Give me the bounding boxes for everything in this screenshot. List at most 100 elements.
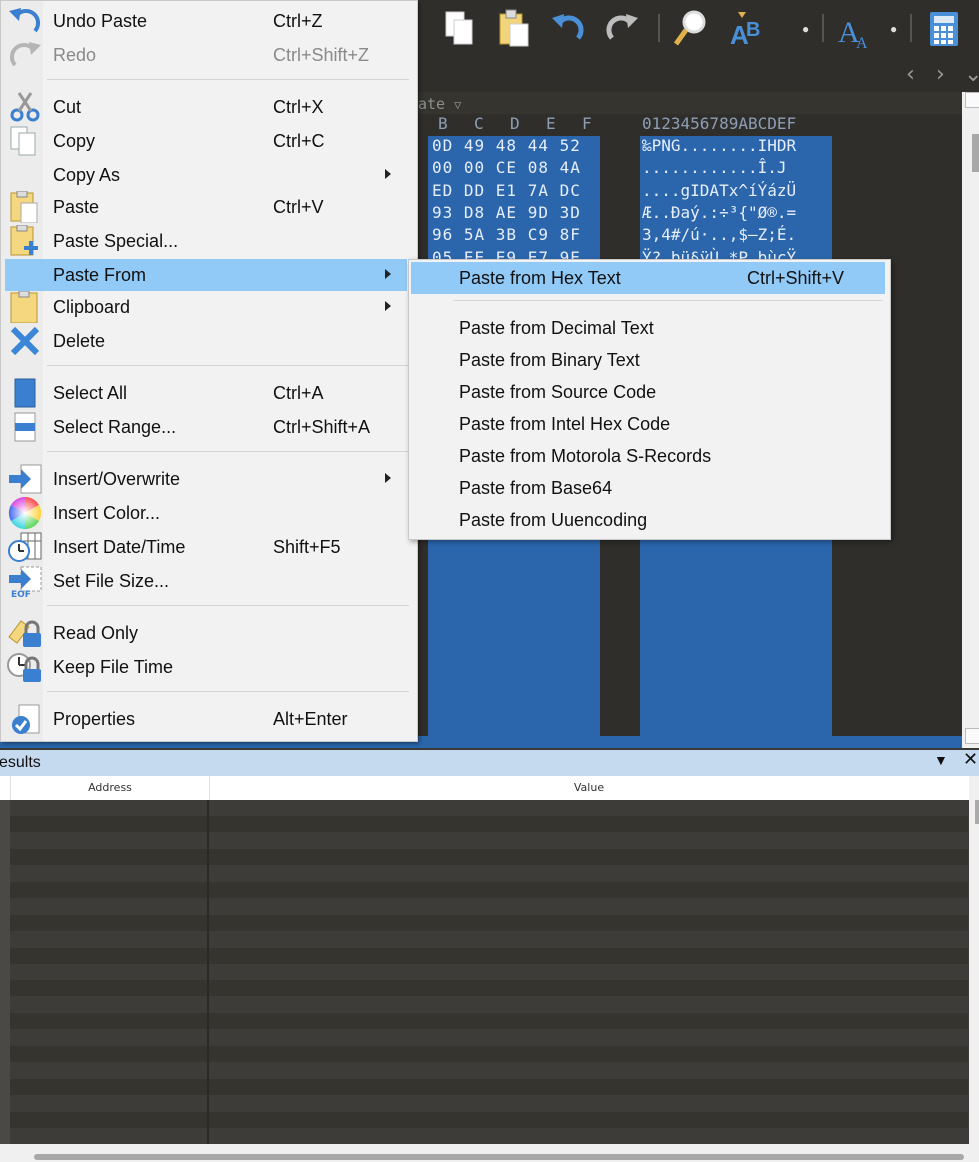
toolbar-overflow-icon[interactable]: ●	[890, 23, 900, 35]
scrollbar-thumb[interactable]	[34, 1154, 964, 1160]
results-row[interactable]	[10, 1062, 968, 1079]
results-row[interactable]	[10, 882, 968, 898]
hex-row[interactable]: 0D 49 48 44 52	[432, 136, 581, 155]
search-icon[interactable]	[672, 8, 710, 50]
submenu-item-paste-from-uuencoding[interactable]: Paste from Uuencoding	[411, 504, 885, 536]
clock-lock-icon	[7, 653, 41, 682]
results-row[interactable]	[10, 898, 968, 915]
menu-item-keep-file-time[interactable]: Keep File Time	[5, 651, 407, 683]
font-icon[interactable]: A A	[836, 8, 874, 50]
results-row[interactable]	[10, 849, 968, 866]
menu-item-copy-as[interactable]: Copy As	[5, 159, 407, 191]
results-row[interactable]	[10, 914, 968, 931]
chevron-right-icon[interactable]: ›	[936, 62, 945, 87]
menu-item-paste-from[interactable]: Paste From	[5, 259, 407, 291]
select-all-icon	[14, 378, 36, 408]
toolbar-separator	[822, 14, 824, 42]
select-range-icon	[14, 412, 36, 442]
menu-item-cut[interactable]: Cut Ctrl+X	[5, 91, 407, 123]
submenu-item-paste-from-motorola-s-records[interactable]: Paste from Motorola S-Records	[411, 440, 885, 472]
results-row[interactable]	[10, 980, 968, 997]
results-row[interactable]	[10, 865, 968, 882]
results-row[interactable]	[10, 1046, 968, 1062]
hex-row[interactable]: 00 00 CE 08 4A	[432, 158, 581, 177]
scroll-down-button[interactable]	[965, 728, 979, 744]
menu-item-clipboard[interactable]: Clipboard	[5, 291, 407, 323]
hex-row[interactable]: 93 D8 AE 9D 3D	[432, 203, 581, 222]
menu-item-insert-date-time[interactable]: Insert Date/Time Shift+F5	[5, 531, 407, 563]
results-row[interactable]	[10, 1095, 968, 1112]
menu-item-delete[interactable]: Delete	[5, 325, 407, 357]
hex-row[interactable]: ED DD E1 7A DC	[432, 181, 581, 200]
ascii-row[interactable]: ....gIDATx^íÝázÜ	[642, 181, 796, 200]
results-panel-title: esults	[0, 754, 41, 771]
results-row[interactable]	[10, 947, 968, 964]
results-row[interactable]	[10, 800, 968, 816]
chevron-down-icon[interactable]: ▽	[454, 98, 461, 112]
scrollbar-thumb[interactable]	[975, 800, 979, 824]
color-wheel-icon	[8, 497, 42, 529]
results-row[interactable]	[10, 1111, 968, 1128]
panel-menu-icon[interactable]: ▼	[934, 752, 948, 768]
undo-icon[interactable]	[548, 8, 586, 50]
results-row[interactable]	[10, 964, 968, 980]
submenu-item-paste-from-source-code[interactable]: Paste from Source Code	[411, 376, 885, 408]
menu-separator	[47, 451, 409, 452]
hex-vertical-scrollbar[interactable]	[962, 92, 979, 748]
menu-item-read-only[interactable]: Read Only	[5, 617, 407, 649]
submenu-item-paste-from-base64[interactable]: Paste from Base64	[411, 472, 885, 504]
file-tab-label[interactable]: ate ▽	[418, 95, 461, 113]
submenu-arrow-icon	[385, 169, 391, 179]
menu-item-select-all[interactable]: Select All Ctrl+A	[5, 377, 407, 409]
menu-item-insert-color[interactable]: Insert Color...	[5, 497, 407, 529]
submenu-item-paste-from-hex-text[interactable]: Paste from Hex Text Ctrl+Shift+V	[411, 262, 885, 294]
close-icon[interactable]: ✕	[963, 749, 978, 770]
menu-item-paste[interactable]: Paste Ctrl+V	[5, 191, 407, 223]
menu-item-undo-paste[interactable]: Undo Paste Ctrl+Z	[5, 5, 407, 37]
results-row[interactable]	[10, 931, 968, 948]
menu-item-copy[interactable]: Copy Ctrl+C	[5, 125, 407, 157]
calendar-clock-icon	[8, 532, 42, 562]
copy-icon[interactable]	[440, 8, 478, 50]
results-row[interactable]	[10, 996, 968, 1013]
menu-item-paste-special[interactable]: Paste Special...	[5, 225, 407, 257]
ascii-row[interactable]: ‰PNG........IHDR	[642, 136, 796, 155]
results-row[interactable]	[10, 1078, 968, 1095]
hex-col-header: E	[546, 114, 556, 133]
chevron-down-icon[interactable]: ⌄	[964, 62, 979, 87]
submenu-item-paste-from-intel-hex-code[interactable]: Paste from Intel Hex Code	[411, 408, 885, 440]
results-row[interactable]	[10, 1128, 968, 1144]
scrollbar-thumb[interactable]	[972, 134, 979, 172]
lock-icon	[8, 620, 41, 647]
ascii-row[interactable]: 3,4#/ú·..,$–Z;É.	[642, 225, 796, 244]
menu-item-select-range[interactable]: Select Range... Ctrl+Shift+A	[5, 411, 407, 443]
menu-item-insert-overwrite[interactable]: Insert/Overwrite	[5, 463, 407, 495]
results-row-gutter	[0, 800, 10, 1144]
replace-icon[interactable]: A B	[728, 8, 766, 50]
results-row[interactable]	[10, 832, 968, 849]
menu-separator	[47, 691, 409, 692]
redo-icon[interactable]	[604, 8, 642, 50]
toolbar-overflow-icon[interactable]: ●	[802, 23, 812, 35]
chevron-left-icon[interactable]: ‹	[906, 62, 915, 87]
menu-item-properties[interactable]: Properties Alt+Enter	[5, 703, 407, 735]
ascii-row[interactable]: ............Î.J	[642, 158, 787, 177]
calculator-icon[interactable]	[926, 8, 964, 50]
results-row[interactable]	[10, 1013, 968, 1030]
results-row[interactable]	[10, 1029, 968, 1046]
ascii-row[interactable]: Æ..Ðaý.:÷³{"Ø®.=	[642, 203, 796, 222]
svg-text:EOF: EOF	[11, 590, 31, 597]
paste-icon[interactable]	[494, 8, 532, 50]
results-row[interactable]	[10, 816, 968, 833]
column-header-value[interactable]: Value	[209, 776, 969, 800]
menu-item-redo[interactable]: Redo Ctrl+Shift+Z	[5, 39, 407, 71]
column-header-address[interactable]: Address	[10, 776, 210, 800]
scroll-up-button[interactable]	[965, 92, 979, 108]
submenu-item-paste-from-decimal-text[interactable]: Paste from Decimal Text	[411, 312, 885, 344]
edit-menu: Undo Paste Ctrl+Z Redo Ctrl+Shift+Z Cut …	[0, 0, 418, 742]
menu-item-set-file-size[interactable]: EOF Set File Size...	[5, 565, 407, 597]
submenu-item-paste-from-binary-text[interactable]: Paste from Binary Text	[411, 344, 885, 376]
svg-text:A: A	[856, 35, 868, 50]
results-vertical-scrollbar[interactable]	[969, 776, 979, 1144]
hex-row[interactable]: 96 5A 3B C9 8F	[432, 225, 581, 244]
